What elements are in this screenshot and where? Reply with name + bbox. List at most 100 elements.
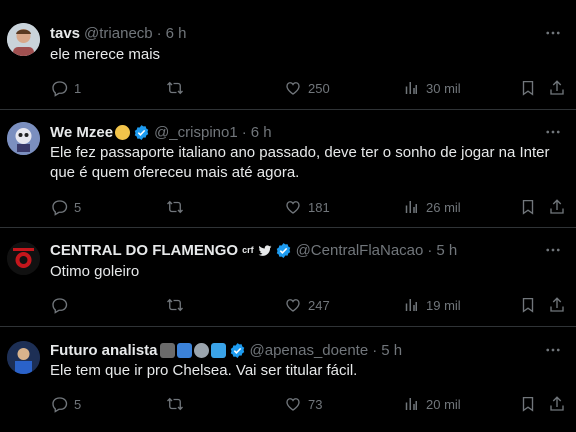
- author-name[interactable]: We Mzee: [50, 124, 113, 141]
- views-count: 20 mil: [426, 396, 461, 412]
- like-button[interactable]: 250: [284, 78, 330, 98]
- retweet-icon: [166, 296, 184, 314]
- share-icon[interactable]: [548, 296, 566, 314]
- tweet-text: Ele tem que ir pro Chelsea. Vai ser titu…: [50, 362, 358, 379]
- views-icon: [402, 395, 420, 413]
- like-button[interactable]: 73: [284, 394, 322, 414]
- timestamp[interactable]: 5 h: [381, 342, 402, 359]
- like-icon: [284, 79, 302, 97]
- action-bar: 5 181 26 mil: [50, 197, 562, 217]
- action-bar: 1 250 30 mil: [50, 78, 562, 98]
- author-handle[interactable]: @CentralFlaNacao: [296, 242, 424, 259]
- magnifier-emoji-icon: [193, 342, 209, 358]
- more-icon[interactable]: [544, 24, 562, 42]
- more-icon[interactable]: [544, 123, 562, 141]
- author-name[interactable]: Futuro analista: [50, 342, 158, 359]
- author-handle[interactable]: @_crispino1: [154, 124, 238, 141]
- retweet-button[interactable]: [166, 78, 190, 98]
- retweet-button[interactable]: [166, 394, 190, 414]
- separator: ·: [241, 123, 247, 141]
- views-button[interactable]: 20 mil: [402, 394, 461, 414]
- share-icon[interactable]: [548, 395, 566, 413]
- reply-button[interactable]: 1: [50, 78, 81, 98]
- reply-icon: [50, 395, 68, 413]
- avatar[interactable]: [7, 23, 40, 56]
- views-icon: [402, 79, 420, 97]
- like-count: 250: [308, 80, 330, 96]
- author-handle[interactable]: @trianecb: [84, 25, 153, 42]
- separator: ·: [427, 241, 433, 259]
- like-count: 73: [308, 396, 323, 412]
- retweet-button[interactable]: [166, 295, 190, 315]
- like-icon: [284, 296, 302, 314]
- separator: ·: [372, 341, 378, 359]
- detective-emoji-icon: [159, 342, 175, 358]
- views-button[interactable]: 26 mil: [402, 197, 461, 217]
- bookmark-icon[interactable]: [519, 79, 537, 97]
- share-icon[interactable]: [548, 198, 566, 216]
- tweet-2[interactable]: We Mzee @_crispino1 · 6 h Ele fez passap…: [0, 110, 576, 228]
- verified-icon: [275, 242, 292, 259]
- tweet-text: ele merece mais: [50, 46, 161, 63]
- tweet-4[interactable]: Futuro analista @apenas_doente · 5 h Ele…: [0, 327, 576, 432]
- reply-icon: [50, 296, 68, 314]
- timestamp[interactable]: 6 h: [166, 25, 187, 42]
- reply-count: 5: [74, 199, 82, 215]
- views-button[interactable]: 30 mil: [402, 78, 461, 98]
- views-count: 19 mil: [426, 297, 461, 313]
- reply-count: 5: [74, 396, 82, 412]
- tweet-header: tavs @trianecb · 6 h: [50, 23, 186, 43]
- bookmark-icon[interactable]: [519, 198, 537, 216]
- timestamp[interactable]: 6 h: [251, 124, 272, 141]
- avatar[interactable]: [7, 122, 40, 155]
- retweet-button[interactable]: [166, 197, 190, 217]
- reply-button[interactable]: [50, 295, 74, 315]
- views-button[interactable]: 19 mil: [402, 295, 461, 315]
- avatar[interactable]: [7, 341, 40, 374]
- author-name[interactable]: CENTRAL DO FLAMENGO: [50, 242, 238, 259]
- timestamp[interactable]: 5 h: [436, 242, 457, 259]
- share-icon[interactable]: [548, 79, 566, 97]
- like-button[interactable]: 247: [284, 295, 330, 315]
- baby-emoji-icon: [115, 124, 131, 140]
- like-icon: [284, 395, 302, 413]
- like-count: 181: [308, 199, 330, 215]
- tweet-header: CENTRAL DO FLAMENGO crf @CentralFlaNacao…: [50, 240, 457, 260]
- tweet-text: Ele fez passaporte italiano ano passado,…: [50, 144, 550, 181]
- twitter-bird-icon: [258, 244, 272, 256]
- views-count: 30 mil: [426, 80, 461, 96]
- male-sign-emoji-icon: [176, 342, 192, 358]
- bookmark-icon[interactable]: [519, 395, 537, 413]
- tweet-header: We Mzee @_crispino1 · 6 h: [50, 122, 272, 142]
- retweet-icon: [166, 198, 184, 216]
- action-bar: 247 19 mil: [50, 295, 562, 315]
- bookmark-icon[interactable]: [519, 296, 537, 314]
- reply-button[interactable]: 5: [50, 197, 81, 217]
- reply-icon: [50, 79, 68, 97]
- reply-icon: [50, 198, 68, 216]
- author-name[interactable]: tavs: [50, 25, 80, 42]
- reply-count: 1: [74, 80, 82, 96]
- avatar[interactable]: [7, 242, 40, 275]
- reply-button[interactable]: 5: [50, 394, 81, 414]
- author-handle[interactable]: @apenas_doente: [250, 342, 369, 359]
- tweet-3[interactable]: CENTRAL DO FLAMENGO crf @CentralFlaNacao…: [0, 228, 576, 327]
- like-button[interactable]: 181: [284, 197, 330, 217]
- more-icon[interactable]: [544, 341, 562, 359]
- retweet-icon: [166, 79, 184, 97]
- more-icon[interactable]: [544, 241, 562, 259]
- separator: ·: [156, 24, 162, 42]
- retweet-icon: [166, 395, 184, 413]
- bar-chart-emoji-icon: [210, 342, 226, 358]
- action-bar: 5 73 20 mil: [50, 394, 562, 414]
- tweet-1[interactable]: tavs @trianecb · 6 h ele merece mais 1 2…: [0, 0, 576, 110]
- views-icon: [402, 198, 420, 216]
- like-icon: [284, 198, 302, 216]
- views-icon: [402, 296, 420, 314]
- tweet-header: Futuro analista @apenas_doente · 5 h: [50, 340, 402, 360]
- tweet-text: Otimo goleiro: [50, 263, 140, 280]
- like-count: 247: [308, 297, 330, 313]
- crf-badge: crf: [242, 245, 254, 255]
- verified-icon: [133, 124, 150, 141]
- views-count: 26 mil: [426, 199, 461, 215]
